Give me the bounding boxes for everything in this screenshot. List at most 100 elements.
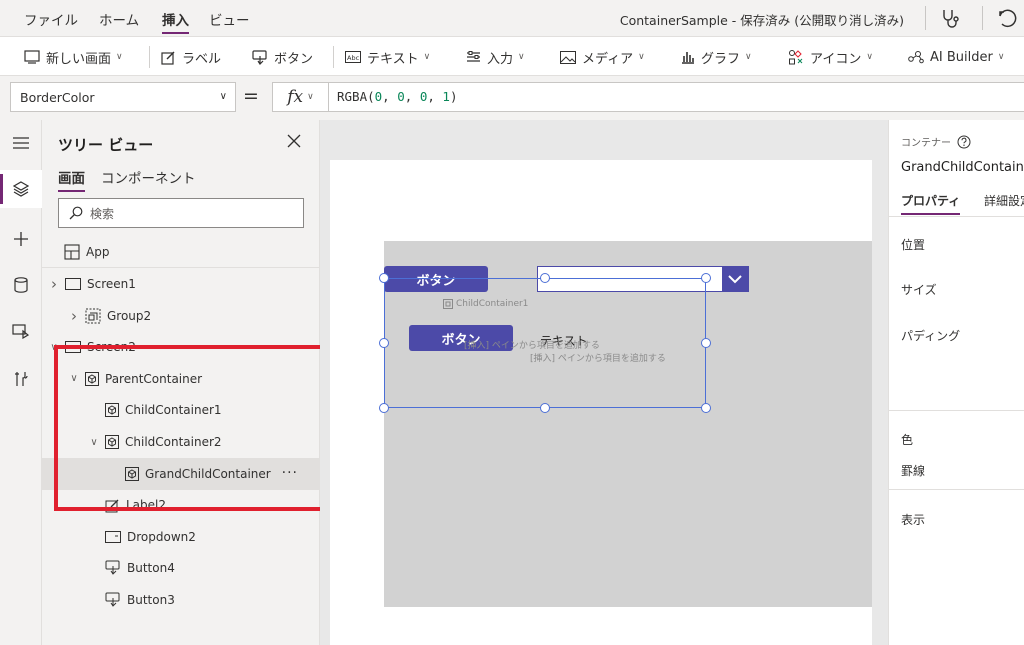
prop-size-label: サイズ xyxy=(901,283,937,297)
button-button[interactable]: ボタン xyxy=(252,45,313,69)
formula-bar: BorderColor ∨ = fx ∨ RGBA(0, 0, 0, 1) xyxy=(0,76,1024,120)
ribbon-separator xyxy=(149,46,150,68)
ai-builder-button[interactable]: AI Builder ∨ xyxy=(908,45,1004,69)
screen-icon xyxy=(65,278,81,290)
resize-handle[interactable] xyxy=(379,403,389,413)
menu-home[interactable]: ホーム xyxy=(99,9,139,29)
highlight-annotation-box xyxy=(54,345,358,511)
props-divider xyxy=(889,410,1024,411)
props-divider xyxy=(889,216,1024,217)
search-placeholder: 検索 xyxy=(90,206,115,221)
resize-handle[interactable] xyxy=(701,273,711,283)
resize-handle[interactable] xyxy=(701,403,711,413)
title-separator xyxy=(925,6,926,30)
tree-node-button3[interactable]: Button3 xyxy=(42,584,320,616)
stethoscope-icon[interactable] xyxy=(938,6,962,30)
tree-node-group2[interactable]: › Group2 xyxy=(42,300,320,332)
tree-search-input[interactable]: 検索 xyxy=(58,198,304,228)
fx-icon: fx xyxy=(287,87,304,107)
undo-icon[interactable] xyxy=(996,6,1020,30)
property-dropdown[interactable]: BorderColor ∨ xyxy=(10,82,236,112)
group-icon xyxy=(85,308,101,324)
prop-color-label: 色 xyxy=(901,433,914,447)
resize-handle[interactable] xyxy=(540,403,550,413)
menu-view[interactable]: ビュー xyxy=(209,9,250,29)
tree-node-label: Button3 xyxy=(127,593,175,607)
formula-close: ) xyxy=(449,89,458,104)
left-rail xyxy=(0,120,42,645)
tree-node-screen1[interactable]: › Screen1 xyxy=(42,268,320,300)
chevron-down-icon: ∨ xyxy=(866,52,873,62)
icons-button[interactable]: アイコン ∨ xyxy=(788,45,873,69)
chevron-right-icon[interactable]: › xyxy=(48,275,60,293)
resize-handle[interactable] xyxy=(379,273,389,283)
label-button[interactable]: ラベル xyxy=(161,45,221,69)
property-value: BorderColor xyxy=(20,90,95,105)
hamburger-icon[interactable] xyxy=(0,124,42,162)
resize-handle[interactable] xyxy=(379,338,389,348)
control-name[interactable]: GrandChildContainer xyxy=(901,160,1024,175)
tools-icon[interactable] xyxy=(0,360,42,398)
chevron-down-icon: ∨ xyxy=(219,91,227,102)
button-icon xyxy=(252,49,267,65)
app-icon xyxy=(64,244,80,260)
menu-file[interactable]: ファイル xyxy=(24,9,78,29)
control-type: コンテナー xyxy=(901,134,971,149)
prop-visible-label: 表示 xyxy=(901,513,926,527)
formula-arg-b: 0 xyxy=(419,89,428,104)
tree-node-button4[interactable]: Button4 xyxy=(42,552,320,584)
prop-border-label: 罫線 xyxy=(901,464,926,478)
media-icon xyxy=(560,50,576,64)
chevron-down-icon: ∨ xyxy=(307,92,314,102)
tab-properties[interactable]: プロパティ xyxy=(901,192,961,215)
button-label: ボタン xyxy=(274,51,314,67)
resize-handle[interactable] xyxy=(701,338,711,348)
new-screen-icon xyxy=(24,50,40,64)
icons-label: アイコン xyxy=(810,51,862,67)
input-icon xyxy=(467,51,480,62)
tab-screens[interactable]: 画面 xyxy=(58,167,85,192)
chart-button[interactable]: グラフ ∨ xyxy=(681,45,752,69)
equals-sign: = xyxy=(243,85,259,107)
control-type-label: コンテナー xyxy=(901,138,951,149)
chevron-down-icon: ∨ xyxy=(116,52,123,62)
media-button[interactable]: メディア ∨ xyxy=(560,45,645,69)
input-label: 入力 xyxy=(487,51,514,67)
tree-node-label: App xyxy=(86,245,110,259)
label-icon xyxy=(161,51,175,65)
database-icon[interactable] xyxy=(0,266,42,304)
fx-button[interactable]: fx ∨ xyxy=(272,82,328,112)
menu-insert[interactable]: 挿入 xyxy=(162,9,189,34)
chart-icon xyxy=(682,52,694,64)
formula-arg-a: 1 xyxy=(442,89,450,104)
svg-text:Abc: Abc xyxy=(347,54,360,62)
plus-icon[interactable] xyxy=(0,220,42,258)
tree-node-app[interactable]: App xyxy=(42,236,320,268)
ai-builder-icon xyxy=(908,51,924,64)
tree-node-label: Button4 xyxy=(127,561,175,576)
tree-node-dropdown2[interactable]: Dropdown2 xyxy=(42,521,320,553)
title-separator-2 xyxy=(982,6,983,30)
close-icon[interactable] xyxy=(287,134,303,150)
tree-node-label: Screen1 xyxy=(87,277,136,291)
media-rail-icon[interactable] xyxy=(0,312,42,350)
chevron-down-icon xyxy=(722,267,748,291)
tree-view-icon[interactable] xyxy=(0,170,42,208)
help-icon[interactable] xyxy=(957,135,971,149)
chevron-right-icon[interactable]: › xyxy=(68,307,80,325)
text-button[interactable]: Abc テキスト ∨ xyxy=(345,45,430,69)
resize-handle[interactable] xyxy=(540,273,550,283)
button-icon xyxy=(105,560,121,576)
formula-input[interactable]: RGBA(0, 0, 0, 1) xyxy=(328,82,1024,112)
input-button[interactable]: 入力 ∨ xyxy=(466,45,525,69)
selection-frame[interactable] xyxy=(384,278,706,408)
text-icon: Abc xyxy=(345,51,361,63)
tree-view-title: ツリー ビュー xyxy=(58,136,154,154)
new-screen-button[interactable]: 新しい画面 ∨ xyxy=(24,45,123,69)
chevron-down-icon: ∨ xyxy=(997,52,1005,62)
ai-builder-label: AI Builder xyxy=(930,49,993,65)
ribbon-separator xyxy=(333,46,334,68)
chevron-down-icon: ∨ xyxy=(638,52,645,62)
tab-advanced[interactable]: 詳細設定 xyxy=(984,192,1024,209)
tab-components[interactable]: コンポーネント xyxy=(101,167,196,187)
